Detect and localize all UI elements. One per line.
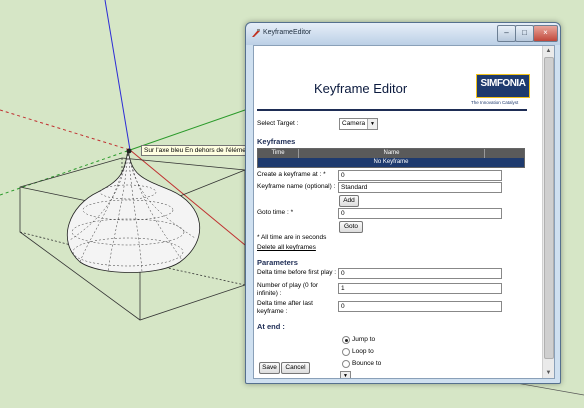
logo-text: SIMFONIA [480,78,526,89]
chevron-down-icon[interactable]: ▼ [367,119,377,129]
minimize-button[interactable]: – [497,25,516,42]
delta-after-label-line2: keyframe : [257,308,288,315]
loop-to-radio[interactable] [342,348,350,356]
bounce-to-label: Bounce to [352,360,382,367]
scroll-down-icon[interactable]: ▼ [543,368,554,378]
blue-axis [104,0,131,151]
editor-content: Keyframe Editor SIMFONIA The Innovation … [253,45,555,379]
delta-before-label: Delta time before first play : [257,269,337,276]
green-axis [129,109,246,151]
bounce-to-radio[interactable] [342,360,350,368]
keyframe-name-label: Keyframe name (optional) : [257,183,336,190]
chevron-down-icon[interactable]: ▼ [341,372,350,378]
jump-to-label: Jump to [352,336,376,343]
delete-all-keyframes-link[interactable]: Delete all keyframes [257,244,316,251]
save-button[interactable]: Save [259,362,280,374]
page-title: Keyframe Editor [314,81,408,96]
time-units-note: * All time are in seconds [257,234,327,241]
at-end-keyframe-select[interactable]: ▼ [340,371,351,378]
title-bar[interactable]: KeyframeEditor – □ × [246,23,560,45]
column-time: Time [258,149,299,158]
select-target-label: Select Target : [257,120,299,127]
play-count-input[interactable]: 1 [338,283,502,294]
play-count-label-line1: Number of play (0 for [257,282,319,289]
keyframes-table: Time Name No Keyframe [257,148,525,168]
keyframe-name-input[interactable]: Standard [338,182,502,193]
delta-after-input[interactable]: 0 [338,301,502,312]
vertical-scrollbar[interactable]: ▲ ▼ [542,46,554,378]
scroll-up-icon[interactable]: ▲ [543,46,554,56]
window-title: KeyframeEditor [263,29,312,36]
play-count-label-line2: infinite) : [257,290,282,297]
goto-button[interactable]: Goto [339,221,363,233]
create-keyframe-label: Create a keyframe at : * [257,171,326,178]
goto-time-label: Goto time : * [257,209,294,216]
target-select[interactable]: Camera ▼ [339,118,378,130]
goto-time-input[interactable]: 0 [338,208,502,219]
cancel-button[interactable]: Cancel [281,362,310,374]
keyframe-editor-window[interactable]: KeyframeEditor – □ × Keyframe Editor SIM… [245,22,561,384]
maximize-button[interactable]: □ [515,25,534,42]
loop-to-label: Loop to [352,348,374,355]
jump-to-radio[interactable] [342,336,350,344]
add-button[interactable]: Add [339,195,359,207]
header-divider [257,109,527,111]
delta-before-input[interactable]: 0 [338,268,502,279]
app-icon [252,29,260,37]
create-keyframe-input[interactable]: 0 [338,170,502,181]
close-button[interactable]: × [533,25,558,42]
column-name: Name [299,149,485,158]
simfonia-logo: SIMFONIA [476,74,530,98]
keyframes-table-header: Time Name [258,149,524,158]
delta-after-label-line1: Delta time after last [257,300,313,307]
keyframes-empty-row: No Keyframe [258,158,524,167]
parameters-section-title: Parameters [257,258,298,267]
scroll-thumb[interactable] [544,57,554,359]
logo-tagline: The Innovation Catalyst [471,100,519,105]
at-end-section-title: At end : [257,322,285,331]
red-axis-dashed [0,109,131,151]
keyframes-section-title: Keyframes [257,137,296,146]
target-select-value: Camera [342,120,366,127]
dome-model[interactable] [66,148,201,273]
